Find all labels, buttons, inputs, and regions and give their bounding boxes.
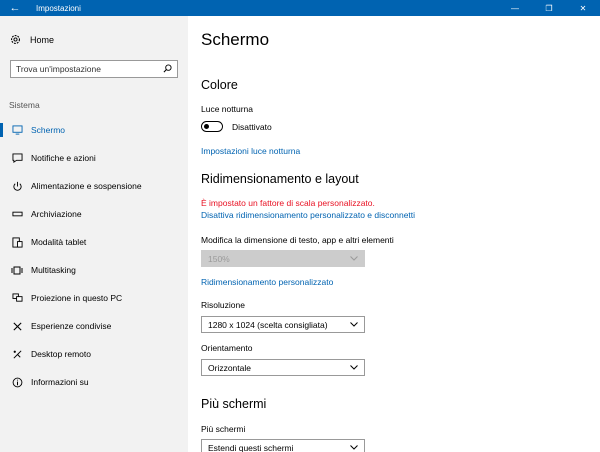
sidebar-item-label: Esperienze condivise	[31, 321, 112, 331]
sidebar-item-label: Schermo	[31, 125, 66, 135]
sidebar-nav: Schermo Notifiche e azioni Alimentazione…	[0, 116, 188, 396]
multiple-displays-value: Estendi questi schermi	[208, 442, 294, 452]
back-button[interactable]: ←	[0, 0, 30, 16]
notification-icon	[10, 152, 24, 164]
chevron-down-icon	[350, 445, 358, 450]
window-title: Impostazioni	[36, 3, 81, 13]
sidebar-item-desktop-remoto[interactable]: Desktop remoto	[0, 340, 188, 368]
chevron-down-icon	[350, 256, 358, 261]
sidebar-item-alimentazione[interactable]: Alimentazione e sospensione	[0, 172, 188, 200]
sidebar-item-label: Alimentazione e sospensione	[31, 181, 142, 191]
home-link[interactable]: Home	[10, 34, 54, 45]
sidebar-item-label: Desktop remoto	[31, 349, 91, 359]
multiple-displays-label: Più schermi	[201, 424, 246, 434]
gear-icon	[10, 34, 24, 45]
sidebar-item-multitasking[interactable]: Multitasking	[0, 256, 188, 284]
scale-size-label: Modifica la dimensione di testo, app e a…	[201, 235, 394, 245]
maximize-button[interactable]: ❐	[532, 0, 566, 16]
chevron-down-icon	[350, 322, 358, 327]
night-light-toggle[interactable]	[201, 121, 223, 132]
toggle-knob	[204, 123, 209, 129]
night-light-state: Disattivato	[232, 121, 272, 132]
multiple-displays-dropdown[interactable]: Estendi questi schermi	[201, 439, 365, 452]
page-title: Schermo	[201, 30, 270, 49]
close-button[interactable]: ✕	[566, 0, 600, 16]
home-label: Home	[30, 34, 55, 45]
night-light-settings-link[interactable]: Impostazioni luce notturna	[201, 146, 300, 156]
power-icon	[10, 180, 24, 192]
scale-dropdown: 150%	[201, 250, 365, 267]
resolution-label: Risoluzione	[201, 300, 245, 310]
section-heading-scaling: Ridimensionamento e layout	[201, 172, 359, 186]
sidebar-item-label: Informazioni su	[31, 377, 89, 387]
multitasking-icon	[10, 264, 24, 276]
minimize-button[interactable]: —	[498, 0, 532, 16]
window-controls: — ❐ ✕	[498, 0, 600, 16]
resolution-value: 1280 x 1024 (scelta consigliata)	[208, 319, 328, 330]
night-light-row: Disattivato	[201, 121, 272, 132]
sidebar-item-proiezione[interactable]: Proiezione in questo PC	[0, 284, 188, 312]
sidebar-item-label: Modalità tablet	[31, 237, 87, 247]
remote-desktop-icon	[10, 348, 24, 360]
projection-icon	[10, 292, 24, 304]
orientation-dropdown[interactable]: Orizzontale	[201, 359, 365, 376]
custom-scaling-link[interactable]: Ridimensionamento personalizzato	[201, 277, 333, 287]
night-light-label: Luce notturna	[201, 104, 253, 114]
sidebar: Home Sistema Schermo Notifiche e azioni …	[0, 16, 188, 452]
section-label-system: Sistema	[9, 100, 40, 110]
resolution-dropdown[interactable]: 1280 x 1024 (scelta consigliata)	[201, 316, 365, 333]
sidebar-item-label: Archiviazione	[31, 209, 82, 219]
tablet-icon	[10, 236, 24, 248]
sidebar-item-informazioni[interactable]: Informazioni su	[0, 368, 188, 396]
back-arrow-icon: ←	[9, 2, 21, 14]
search-input[interactable]	[16, 64, 163, 74]
search-box[interactable]	[10, 60, 178, 78]
scale-dropdown-value: 150%	[208, 253, 230, 264]
section-heading-multiple-displays: Più schermi	[201, 397, 267, 411]
shared-icon	[10, 320, 24, 332]
maximize-icon: ❐	[545, 3, 553, 13]
sidebar-item-notifiche[interactable]: Notifiche e azioni	[0, 144, 188, 172]
sidebar-item-esperienze-condivise[interactable]: Esperienze condivise	[0, 312, 188, 340]
info-icon	[10, 376, 24, 388]
storage-icon	[10, 208, 24, 220]
close-icon: ✕	[579, 3, 587, 13]
chevron-down-icon	[350, 365, 358, 370]
sidebar-item-modalita-tablet[interactable]: Modalità tablet	[0, 228, 188, 256]
sidebar-item-archiviazione[interactable]: Archiviazione	[0, 200, 188, 228]
minimize-icon: —	[511, 3, 519, 13]
sidebar-item-label: Notifiche e azioni	[31, 153, 96, 163]
title-bar: ← Impostazioni — ❐ ✕	[0, 0, 600, 16]
search-icon[interactable]	[163, 60, 172, 78]
section-heading-color: Colore	[201, 78, 238, 92]
monitor-icon	[10, 124, 24, 136]
sidebar-item-label: Proiezione in questo PC	[31, 293, 123, 303]
disable-custom-scaling-link[interactable]: Disattiva ridimensionamento personalizza…	[201, 210, 415, 220]
orientation-value: Orizzontale	[208, 362, 251, 373]
custom-scale-warning: È impostato un fattore di scala personal…	[201, 198, 375, 208]
orientation-label: Orientamento	[201, 343, 253, 353]
sidebar-item-label: Multitasking	[31, 265, 76, 275]
sidebar-item-schermo[interactable]: Schermo	[0, 116, 188, 144]
